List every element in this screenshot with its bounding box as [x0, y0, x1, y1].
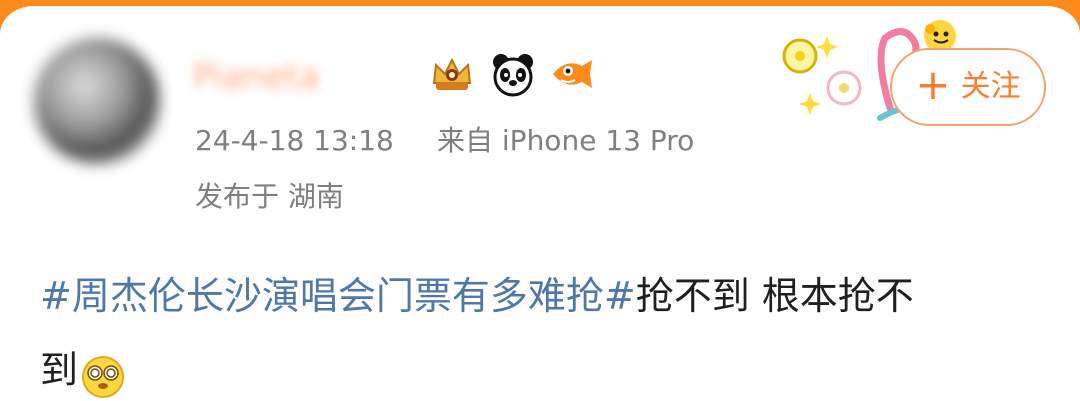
plus-icon: +	[915, 60, 951, 109]
topic-link[interactable]: #周杰伦长沙演唱会门票有多难抢#	[40, 274, 636, 318]
post-text-line1: 抢不到 根本抢不	[635, 274, 914, 318]
post-source: 来自 iPhone 13 Pro	[437, 124, 695, 157]
post-body: #周杰伦长沙演唱会门票有多难抢#抢不到 根本抢不 到	[40, 259, 1030, 401]
post-text-line2: 到	[40, 348, 79, 392]
crown-badge-icon[interactable]	[428, 50, 476, 98]
follow-button[interactable]: + 关注	[890, 48, 1046, 126]
post-location: 发布于 湖南	[195, 180, 344, 213]
weibo-post-card: Pianeta 24-4-18 13:18 来自 iPhone 13 Pro 发…	[0, 0, 1080, 401]
post-time: 24-4-18 13:18	[195, 124, 394, 157]
follow-label: 关注	[960, 69, 1021, 104]
fish-badge-icon[interactable]	[548, 50, 596, 98]
username[interactable]: Pianeta	[193, 58, 415, 96]
dazed-face-emoji-icon	[80, 350, 126, 398]
panda-badge-icon[interactable]	[489, 50, 537, 98]
avatar[interactable]	[34, 38, 160, 164]
